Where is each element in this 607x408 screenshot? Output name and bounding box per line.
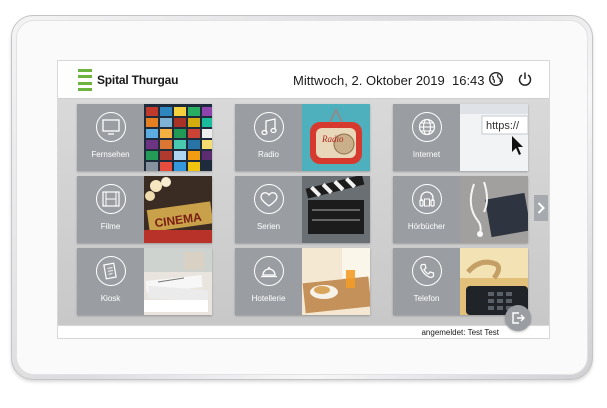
tile-fernsehen[interactable]: Fernsehen [77,104,212,171]
breakfast-tray-image [302,248,370,315]
logout-icon [512,312,525,324]
tv-channels-image [144,104,212,171]
tile-label: Serien [256,222,281,231]
globe-icon[interactable] [488,71,504,87]
tile-filme[interactable]: Filme CINEMA [77,176,212,243]
clapperboard-image [302,176,370,243]
svg-text:https://: https:// [486,120,520,132]
tile-telefon[interactable]: Telefon [393,248,528,315]
radio-image: Radio [302,104,370,171]
heart-icon [260,192,278,207]
phone-icon [420,263,435,278]
tile-grid: Fernsehen Radio Radio Internet https:// … [58,99,549,325]
tv-icon [102,119,120,135]
tile-label: Hörbücher [407,222,446,231]
date-time: Mittwoch, 2. Oktober 2019 16:43 [293,73,485,88]
tile-hoerbuecher[interactable]: Hörbücher [393,176,528,243]
tile-radio[interactable]: Radio Radio [235,104,370,171]
status-footer: angemeldet: Test Test [58,325,549,338]
tile-kiosk[interactable]: Kiosk [77,248,212,315]
cinema-image: CINEMA [144,176,212,243]
logged-in-label: angemeldet: Test Test [421,328,499,337]
screen: Spital Thurgau Mittwoch, 2. Oktober 2019… [57,60,550,339]
chevron-right-icon [537,202,545,214]
svg-text:Radio: Radio [321,134,344,144]
tile-label: Kiosk [100,294,121,303]
tile-label: Radio [258,150,279,159]
tile-label: Hotellerie [251,294,286,303]
headphones-icon [419,191,435,207]
audiobook-image [460,176,528,243]
tile-internet[interactable]: Internet https:// [393,104,528,171]
brand-name: Spital Thurgau [97,73,179,87]
tile-hotellerie[interactable]: Hotellerie [235,248,370,315]
logout-button[interactable] [505,305,531,331]
tile-serien[interactable]: Serien [235,176,370,243]
date-label: Mittwoch, 2. Oktober 2019 [293,73,445,88]
magazines-image [144,248,212,315]
music-note-icon [261,118,277,136]
time-label: 16:43 [451,73,485,88]
power-icon[interactable] [517,71,533,87]
brand-logo: Spital Thurgau [78,69,178,91]
header-bar: Spital Thurgau Mittwoch, 2. Oktober 2019… [58,61,549,99]
tile-label: Filme [100,222,121,231]
newspaper-icon [103,262,117,280]
logo-mark-icon [78,69,92,91]
tile-label: Internet [412,150,441,159]
cloche-icon [261,267,277,278]
tile-label: Fernsehen [91,150,130,159]
browser-url-image: https:// [460,104,528,171]
next-page-button[interactable] [534,195,548,221]
tile-label: Telefon [413,294,440,303]
globe-icon [418,118,436,136]
film-icon [102,191,120,207]
